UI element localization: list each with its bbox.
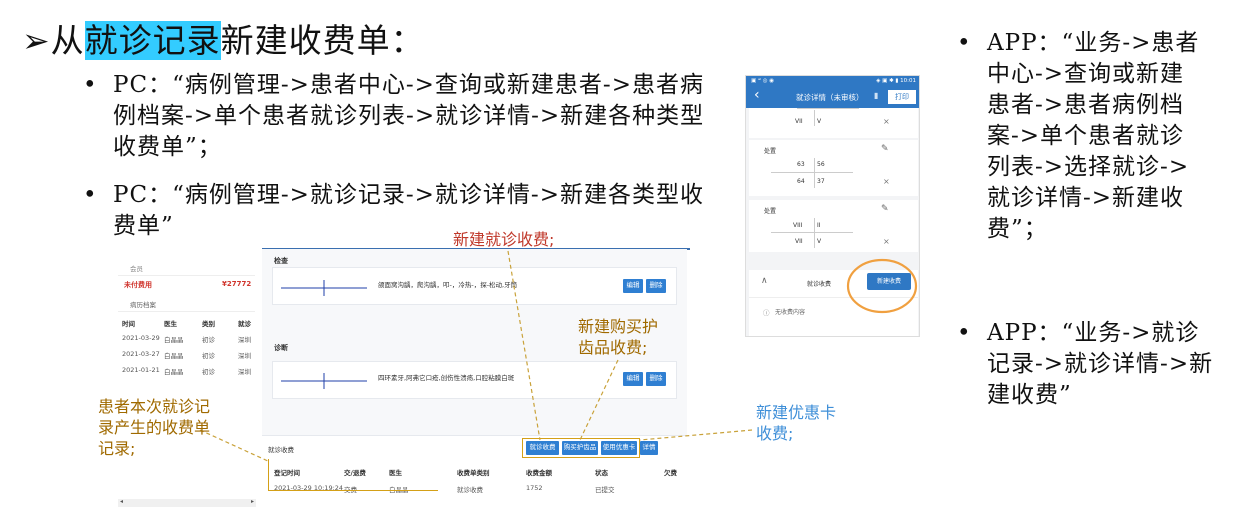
- page-title: 就诊详情（未审核）: [796, 93, 864, 102]
- trash-icon[interactable]: ▮: [874, 91, 878, 100]
- tooth-label: VII: [795, 118, 803, 125]
- edit-icon[interactable]: ✎: [881, 144, 889, 154]
- fee-title: 就诊收费: [807, 281, 832, 288]
- divider: [771, 172, 853, 173]
- close-icon[interactable]: ×: [883, 177, 890, 186]
- status-left-icons: ▣ ᵃˡ ◎ ◉: [751, 78, 775, 84]
- info-icon: ⓘ: [763, 309, 770, 317]
- back-icon[interactable]: ‹: [754, 87, 760, 103]
- tooth-label: 37: [817, 178, 825, 185]
- annotation-new-discount-card: 新建优惠卡 收费;: [756, 402, 836, 444]
- chevron-up-icon[interactable]: ∧: [761, 276, 768, 286]
- divider: [771, 232, 853, 233]
- app-header: ‹ 就诊详情（未审核） ▮ 打印: [746, 86, 919, 108]
- highlight-circle: [846, 258, 918, 314]
- status-bar: ▣ ᵃˡ ◎ ◉ ◈ ▣ ✱ ▮ 10:01: [746, 76, 919, 86]
- tooth-card: VII V ×: [749, 108, 918, 138]
- tooth-label: II: [817, 222, 821, 229]
- annotation-patient-records: 患者本次就诊记 录产生的收费单 记录;: [98, 396, 210, 459]
- divider: [814, 110, 815, 126]
- tooth-label: VII: [795, 238, 803, 245]
- annotation-line: 新建购买护: [578, 317, 659, 336]
- status-right-icons: ◈ ▣ ✱ ▮ 10:01: [876, 78, 916, 84]
- tooth-label: 56: [817, 161, 825, 168]
- divider: [814, 158, 815, 188]
- edit-icon[interactable]: ✎: [881, 204, 889, 214]
- treatment-label: 处置: [764, 148, 777, 155]
- tooth-label: 64: [797, 178, 805, 185]
- divider: [814, 218, 815, 248]
- annotation-line: 患者本次就诊记: [98, 397, 211, 416]
- close-icon[interactable]: ×: [883, 237, 890, 246]
- annotation-line: 记录;: [98, 439, 136, 458]
- tooth-label: 63: [797, 161, 805, 168]
- annotation-line: 收费;: [756, 424, 794, 443]
- treatment-card: 处置 ✎ VIII II VII V ×: [749, 200, 918, 252]
- close-icon[interactable]: ×: [883, 117, 890, 126]
- print-button[interactable]: 打印: [888, 90, 916, 104]
- no-fee-text: 无收费内容: [775, 309, 806, 316]
- annotation-line: 齿品收费;: [578, 338, 648, 357]
- annotation-new-purchase-fee: 新建购买护 齿品收费;: [578, 316, 658, 358]
- annotation-new-visit-fee: 新建就诊收费;: [453, 230, 555, 249]
- tooth-label: V: [817, 238, 822, 245]
- tooth-label: V: [817, 118, 822, 125]
- treatment-label: 处置: [764, 208, 777, 215]
- tooth-label: VIII: [793, 222, 803, 229]
- divider: [797, 108, 859, 109]
- treatment-card: 处置 ✎ 63 56 64 37 ×: [749, 140, 918, 196]
- annotation-line: 新建优惠卡: [756, 403, 837, 422]
- annotation-line: 录产生的收费单: [98, 418, 211, 437]
